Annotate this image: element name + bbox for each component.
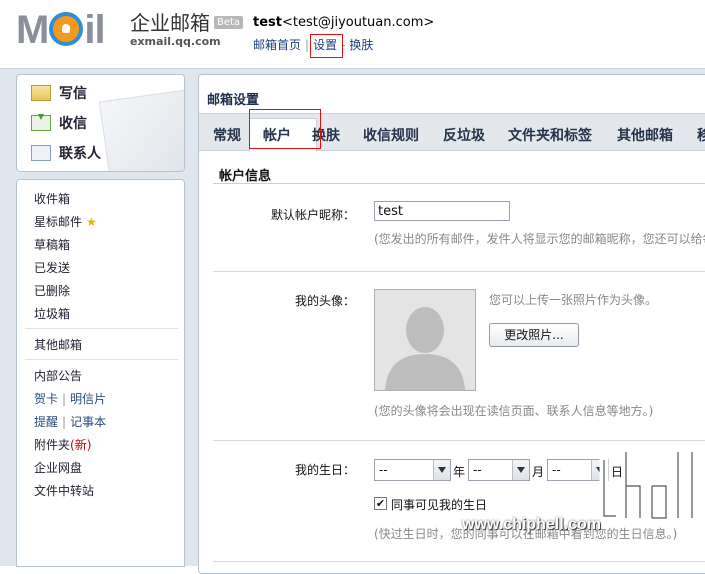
header: Mil 企业邮箱 exmail.qq.com Beta test<test@ji… (0, 0, 705, 68)
user-name: test (253, 15, 282, 30)
tab-other-mailboxes[interactable]: 其他邮箱 (617, 125, 673, 145)
quick-actions-panel: 写信 收信 联系人 (16, 74, 185, 172)
nav-attachments[interactable]: 附件夹(新) (34, 436, 91, 453)
compose-button[interactable]: 写信 (31, 82, 87, 104)
user-identity: test<test@jiyoutuan.com> (253, 15, 434, 30)
share-birthday-label: 同事可见我的生日 (391, 498, 488, 512)
nav-postcards[interactable]: 明信片 (70, 392, 106, 406)
nav-sent[interactable]: 已发送 (34, 259, 70, 276)
logo-mark: Mil (16, 8, 106, 52)
left-sidebar: 写信 收信 联系人 收件箱 星标邮件 ★ 草稿箱 已发送 已删除 垃圾箱 其他邮箱… (0, 68, 193, 567)
change-photo-button[interactable]: 更改照片... (489, 323, 579, 347)
share-birthday-checkbox[interactable]: ✔ (374, 497, 387, 510)
link-separator: | (305, 37, 310, 52)
inbox-download-icon (31, 114, 51, 131)
birthday-label: 我的生日： (294, 463, 355, 477)
exmail-logo[interactable]: Mil (16, 8, 106, 52)
logo-bell-icon (49, 12, 84, 47)
chiphell-watermark-logo (599, 447, 697, 523)
row-divider (213, 271, 705, 272)
contacts-button[interactable]: 联系人 (31, 142, 101, 164)
nickname-hint: (您发出的所有邮件，发件人将显示您的邮箱昵称，您还可以给每 (374, 232, 705, 246)
nav-cards-row: 贺卡 | 明信片 (34, 392, 107, 406)
nav-inbox[interactable]: 收件箱 (34, 190, 70, 207)
birth-year-select[interactable]: -- (374, 459, 451, 481)
pencil-icon (31, 85, 51, 101)
dropdown-arrow-icon (512, 460, 529, 480)
birth-month-select[interactable]: -- (468, 459, 530, 481)
person-silhouette-icon (375, 290, 475, 390)
birth-year-value: -- (379, 463, 388, 477)
nav-drafts[interactable]: 草稿箱 (34, 236, 70, 253)
nav-deleted[interactable]: 已删除 (34, 282, 70, 299)
beta-badge: Beta (214, 16, 244, 29)
nav-reminders-row: 提醒 | 记事本 (34, 415, 107, 429)
nickname-input[interactable]: test (374, 201, 510, 221)
compose-label: 写信 (59, 86, 87, 102)
contact-card-icon (31, 145, 51, 161)
tab-antispam[interactable]: 反垃圾 (443, 125, 485, 145)
envelope-decoration (98, 89, 184, 171)
nav-other-mailboxes[interactable]: 其他邮箱 (34, 336, 82, 353)
page-title: 邮箱设置 (207, 93, 260, 108)
nav-announcements[interactable]: 内部公告 (34, 367, 82, 384)
watermark-text: www.chiphell.com (462, 516, 601, 533)
nav-notes[interactable]: 记事本 (70, 415, 106, 429)
birth-month-value: -- (473, 463, 482, 477)
contacts-label: 联系人 (59, 146, 101, 162)
section-title: 帐户信息 (219, 169, 272, 184)
nav-file-transfer[interactable]: 文件中转站 (34, 482, 94, 499)
highlight-box (249, 109, 321, 149)
new-badge: (新) (70, 438, 92, 452)
avatar-label: 我的头像： (294, 294, 355, 308)
dropdown-arrow-icon (433, 460, 450, 480)
nav-divider (25, 328, 178, 329)
month-unit: 月 (532, 465, 545, 479)
mailbox-home-link[interactable]: 邮箱首页 (253, 36, 301, 53)
user-email: <test@jiyoutuan.com> (281, 15, 435, 30)
nav-cards[interactable]: 贺卡 (34, 392, 58, 406)
highlight-box (310, 34, 343, 58)
nav-starred-label: 星标邮件 (34, 215, 83, 229)
year-unit: 年 (453, 465, 466, 479)
nav-spam[interactable]: 垃圾箱 (34, 305, 70, 322)
tab-general[interactable]: 常规 (213, 125, 241, 145)
nav-attachments-label: 附件夹 (34, 438, 71, 452)
folder-nav-panel: 收件箱 星标邮件 ★ 草稿箱 已发送 已删除 垃圾箱 其他邮箱 内部公告 贺卡 | 明… (16, 179, 185, 567)
avatar-note: (您的头像将会出现在读信页面、联系人信息等地方。) (374, 404, 654, 418)
nav-reminders[interactable]: 提醒 (34, 415, 58, 429)
logo-domain: exmail.qq.com (130, 35, 221, 48)
receive-button[interactable]: 收信 (31, 112, 87, 134)
row-divider (213, 440, 705, 441)
nav-starred[interactable]: 星标邮件 ★ (34, 213, 97, 230)
row-divider (213, 561, 705, 562)
nav-divider (25, 359, 178, 360)
nav-netdisk[interactable]: 企业网盘 (34, 459, 82, 476)
logo-title: 企业邮箱 (130, 11, 210, 35)
tab-more[interactable]: 移 (697, 125, 705, 145)
tab-receive-rules[interactable]: 收信规则 (363, 125, 419, 145)
avatar-placeholder (374, 289, 476, 391)
tab-folders-labels[interactable]: 文件夹和标签 (508, 125, 592, 145)
logo-text: 企业邮箱 exmail.qq.com (130, 12, 221, 48)
avatar-hint: 您可以上传一张照片作为头像。 (489, 293, 658, 307)
nickname-label: 默认帐户昵称： (270, 208, 355, 222)
receive-label: 收信 (59, 116, 87, 132)
switch-skin-link[interactable]: 换肤 (349, 36, 373, 53)
star-icon: ★ (86, 215, 97, 229)
section-divider (213, 183, 705, 184)
birth-day-value: -- (552, 463, 561, 477)
